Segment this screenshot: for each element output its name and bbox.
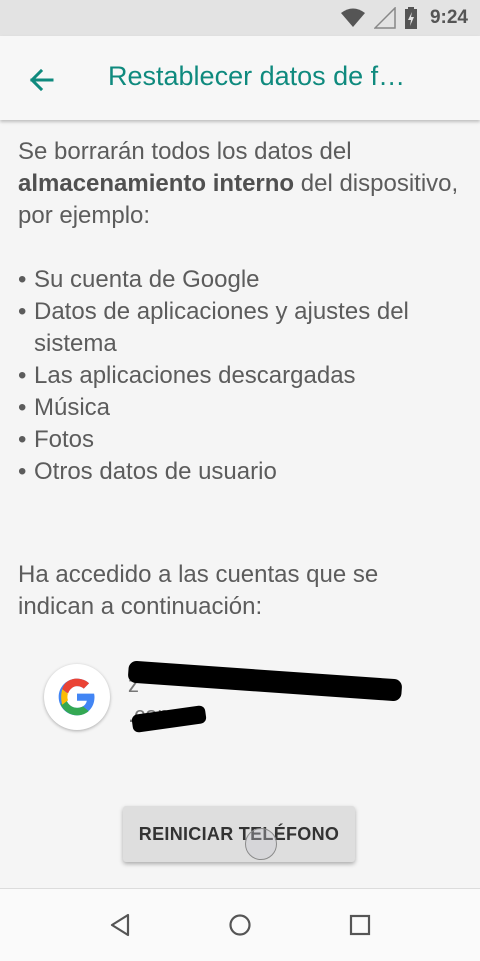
- reset-phone-button[interactable]: REINICIAR TELÉFONO: [123, 806, 355, 862]
- list-item: Las aplicaciones descargadas: [18, 360, 468, 392]
- intro-paragraph: Se borrarán todos los datos del almacena…: [18, 136, 468, 232]
- google-icon: [58, 678, 95, 716]
- list-item: Su cuenta de Google: [18, 264, 468, 296]
- reset-description: Se borrarán todos los datos del almacena…: [18, 136, 468, 488]
- status-bar: 9:24: [0, 0, 480, 36]
- accounts-text: Ha accedido a las cuentas que se indican…: [18, 561, 379, 620]
- back-button[interactable]: [22, 60, 62, 100]
- signal-icon: [373, 7, 396, 29]
- google-account-avatar: [44, 664, 110, 730]
- intro-bold: almacenamiento interno: [18, 170, 295, 197]
- back-triangle-icon[interactable]: [104, 909, 136, 941]
- home-circle-icon[interactable]: [224, 909, 256, 941]
- list-item: Música: [18, 392, 468, 424]
- arrow-back-icon: [29, 68, 54, 92]
- status-icons: 9:24: [340, 0, 468, 36]
- wifi-icon: [340, 8, 365, 27]
- list-item: Fotos: [18, 424, 468, 456]
- page-title: Restablecer datos de f…: [108, 61, 406, 91]
- account-row: z .com: [44, 660, 424, 734]
- navigation-bar: [0, 888, 480, 961]
- list-item: Otros datos de usuario: [18, 456, 468, 488]
- status-time: 9:24: [429, 7, 468, 28]
- battery-charging-icon: [404, 7, 417, 29]
- recents-square-icon[interactable]: [344, 909, 376, 941]
- list-item: Datos de aplicaciones y ajustes del sist…: [18, 296, 468, 360]
- app-bar: Restablecer datos de f…: [0, 36, 480, 120]
- data-list: Su cuenta de Google Datos de aplicacione…: [18, 264, 468, 488]
- touch-indicator: [245, 828, 277, 860]
- intro-start: Se borrarán todos los datos del: [18, 138, 352, 165]
